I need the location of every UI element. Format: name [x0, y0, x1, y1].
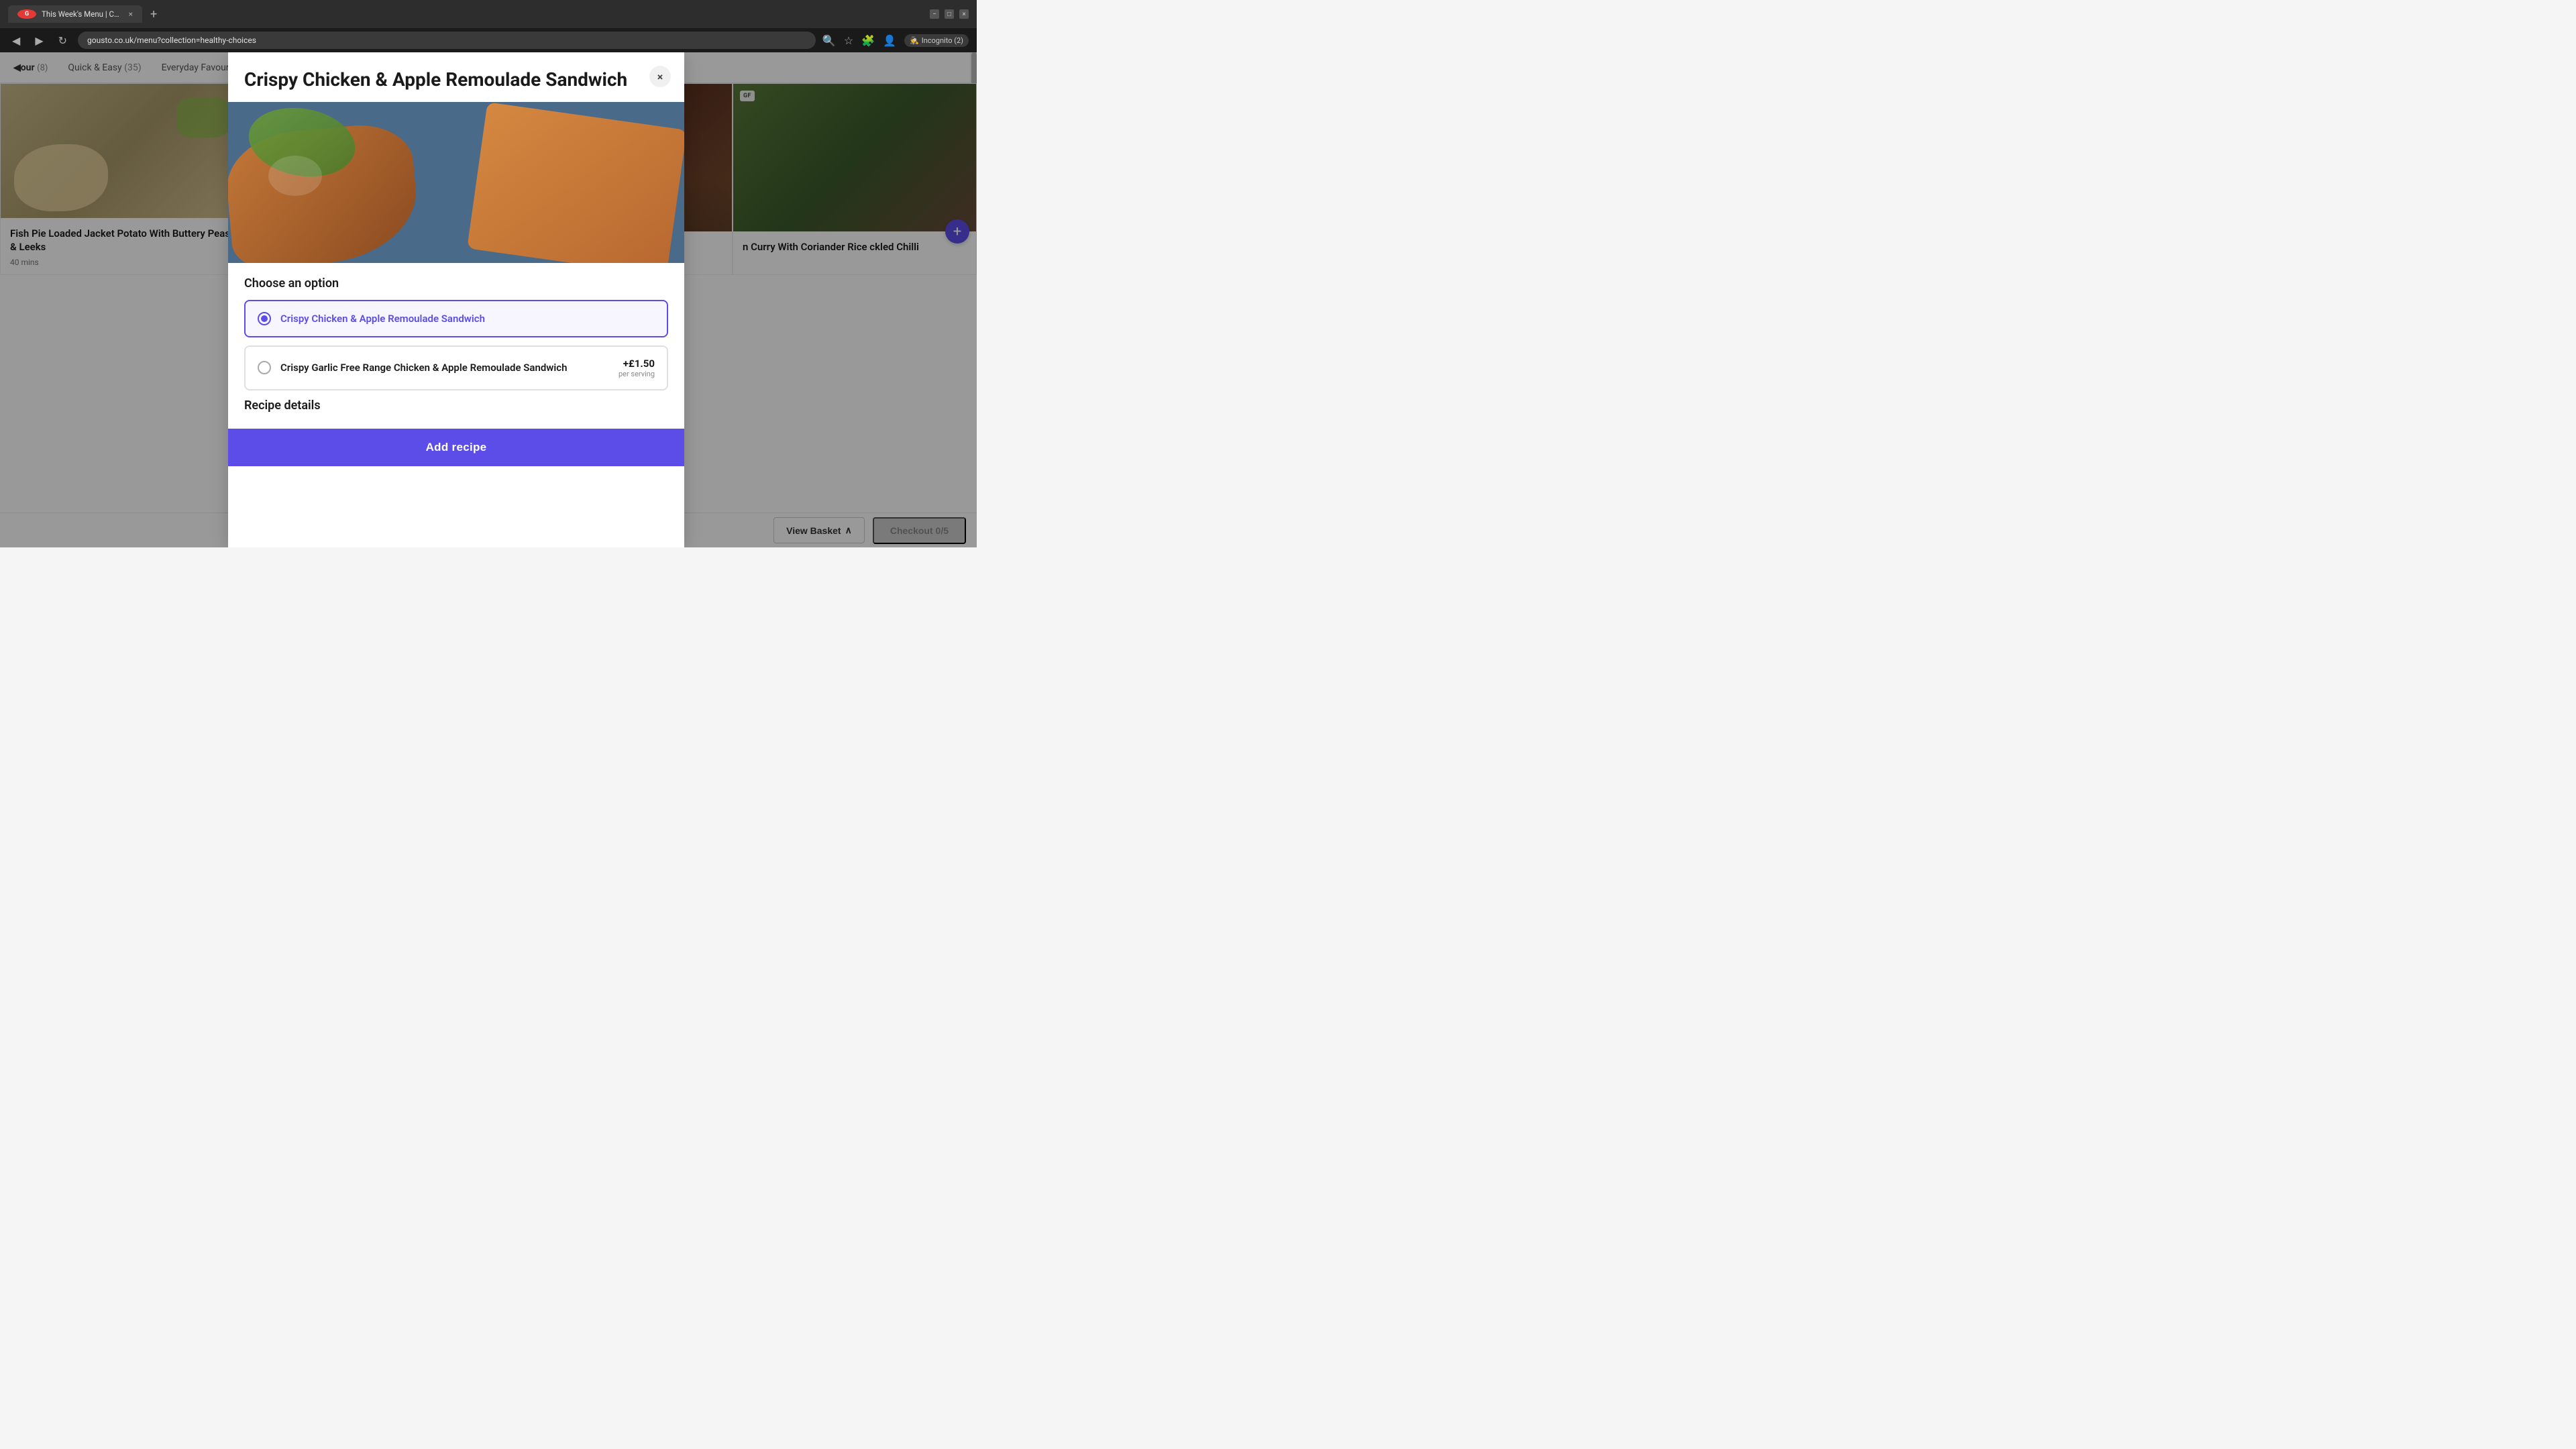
option-item-1[interactable]: Crispy Chicken & Apple Remoulade Sandwic…: [244, 300, 668, 337]
recipe-details-heading: Recipe details: [244, 398, 668, 413]
incognito-label: Incognito (2): [922, 36, 963, 45]
add-recipe-button[interactable]: Add recipe: [228, 429, 684, 466]
back-button[interactable]: ◀: [8, 33, 24, 48]
window-minimize-button[interactable]: −: [930, 9, 939, 19]
radio-option-2[interactable]: [258, 361, 271, 374]
price-note: per serving: [619, 370, 655, 378]
reload-button[interactable]: ↻: [54, 33, 71, 48]
browser-chrome: G This Week's Menu | Choose Fro... × + −…: [0, 0, 977, 28]
url-bar[interactable]: gousto.co.uk/menu?collection=healthy-cho…: [78, 32, 816, 49]
page-content: ◀our (8) Quick & Easy (35) Everyday Favo…: [0, 52, 977, 547]
window-maximize-button[interactable]: □: [945, 9, 954, 19]
modal-close-button[interactable]: ×: [649, 66, 671, 87]
modal-header: Crispy Chicken & Apple Remoulade Sandwic…: [228, 52, 684, 102]
address-bar: ◀ ▶ ↻ gousto.co.uk/menu?collection=healt…: [0, 28, 977, 52]
incognito-badge: 🕵 Incognito (2): [904, 34, 969, 47]
browser-icons: 🔍 ☆ 🧩 👤 🕵 Incognito (2): [822, 34, 969, 47]
price-amount: +£1.50: [619, 358, 655, 370]
gousto-tab-icon: G: [17, 9, 36, 19]
search-icon[interactable]: 🔍: [822, 34, 836, 47]
modal-title: Crispy Chicken & Apple Remoulade Sandwic…: [244, 68, 668, 91]
option-item-2[interactable]: Crispy Garlic Free Range Chicken & Apple…: [244, 345, 668, 390]
modal-food-image: [228, 102, 684, 263]
url-text: gousto.co.uk/menu?collection=healthy-cho…: [87, 36, 256, 45]
new-tab-button[interactable]: +: [150, 7, 157, 21]
window-close-button[interactable]: ×: [959, 9, 969, 19]
option-2-label: Crispy Garlic Free Range Chicken & Apple…: [280, 362, 567, 374]
bookmark-icon[interactable]: ☆: [844, 34, 853, 47]
option-2-price: +£1.50 per serving: [619, 358, 655, 378]
radio-option-1[interactable]: [258, 312, 271, 325]
profile-icon[interactable]: 👤: [883, 34, 896, 47]
browser-tab[interactable]: G This Week's Menu | Choose Fro... ×: [8, 5, 142, 23]
recipe-modal: Crispy Chicken & Apple Remoulade Sandwic…: [228, 52, 684, 547]
modal-body: Choose an option Crispy Chicken & Apple …: [228, 263, 684, 429]
option-heading: Choose an option: [244, 276, 668, 290]
extensions-icon[interactable]: 🧩: [861, 34, 875, 47]
tab-close-button[interactable]: ×: [129, 9, 133, 19]
tab-title: This Week's Menu | Choose Fro...: [42, 9, 121, 19]
window-controls: − □ ×: [930, 9, 969, 19]
option-1-label: Crispy Chicken & Apple Remoulade Sandwic…: [280, 313, 485, 325]
forward-button[interactable]: ▶: [31, 33, 47, 48]
